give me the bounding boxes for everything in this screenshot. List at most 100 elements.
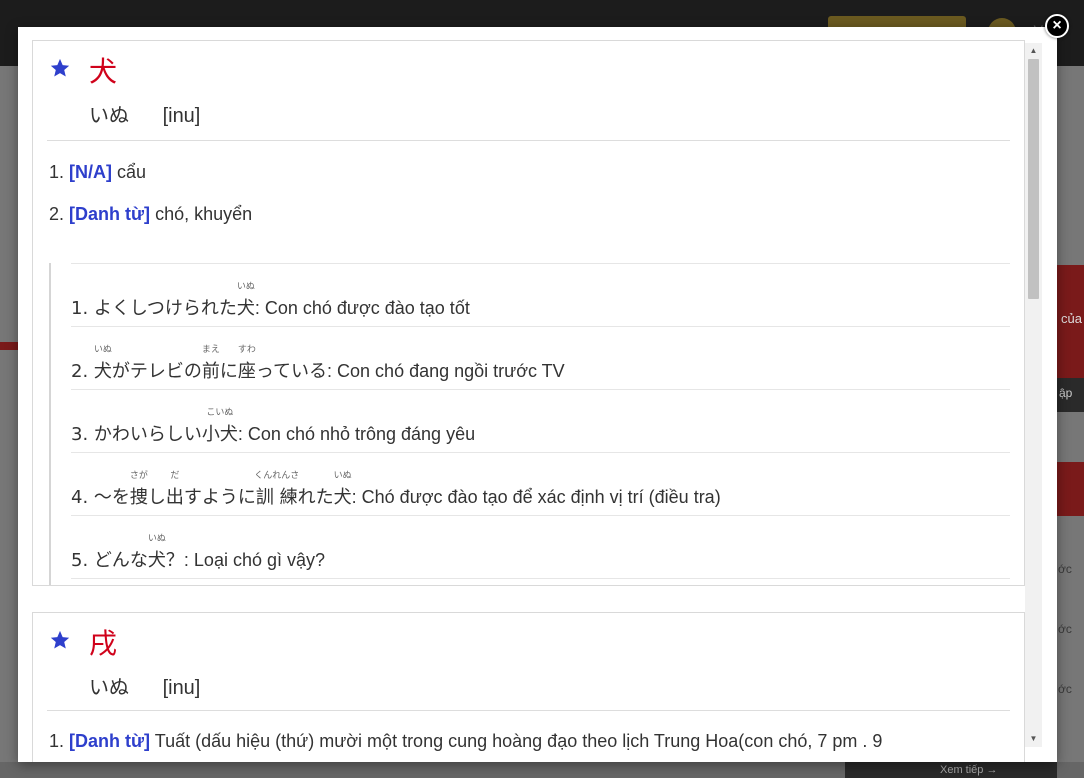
meaning-number: 1. [49,162,65,182]
furigana-base: 捜 [129,487,148,508]
background-left-accent [0,342,18,350]
example-jp: よくしつけられた [93,298,237,319]
example-jp: ？ [165,550,184,571]
meaning-text: chó, khuyển [155,204,253,224]
furigana-reading: すわ [237,345,256,355]
example-number: 5. [71,550,89,571]
example-vi: : Loại chó gì vậy? [183,550,326,570]
meaning-item: 1. [Danh từ] Tuất (dấu hiệu (thứ) mười m… [49,731,882,752]
scroll-up-icon[interactable]: ▲ [1025,43,1042,59]
dictionary-modal: 犬 いぬ [inu] 1. [N/A] cẩu 2. [Danh từ] chó… [18,27,1057,762]
word-romaji: [inu] [162,677,201,699]
divider [47,710,1010,711]
furigana-word: 犬いぬ [236,282,255,320]
example-jp: に [219,361,238,382]
word-kana: いぬ [89,677,129,699]
scroll-down-icon[interactable]: ▼ [1025,731,1042,747]
example-vi: : Chó được đào tạo để xác định vị trí (đ… [351,487,721,507]
furigana-reading: いぬ [236,282,255,292]
furigana-word: 前まえ [201,345,220,383]
furigana-reading: いぬ [333,471,352,481]
furigana-reading: くんれんさ [254,471,300,481]
furigana-word: 捜さが [129,471,148,509]
furigana-reading: いぬ [147,534,166,544]
meaning-number: 1. [49,731,65,751]
background-text: ớc [1058,682,1072,696]
meaning-item: 2. [Danh từ] chó, khuyển [49,204,252,225]
meaning-text: Tuất (dấu hiệu (thứ) mười một trong cung… [154,731,883,751]
background-dark-button: ập [1057,378,1084,412]
example-jp: がテレビの [111,361,202,382]
meaning-tag[interactable]: [Danh từ] [69,731,150,751]
scrollbar[interactable]: ▲ ▼ [1025,43,1042,747]
furigana-base: 小犬 [201,424,238,445]
furigana-base: 出 [165,487,184,508]
meaning-tag[interactable]: [N/A] [69,162,112,182]
modal-scroll-area[interactable]: 犬 いぬ [inu] 1. [N/A] cẩu 2. [Danh từ] chó… [18,27,1042,762]
furigana-word: 犬いぬ [93,345,112,383]
meaning-tag[interactable]: [Danh từ] [69,204,150,224]
furigana-word: 小犬 こいぬ [201,408,238,446]
background-text: ớc [1058,562,1072,576]
scrollbar-thumb[interactable] [1028,59,1039,299]
word-romaji: [inu] [162,105,201,127]
background-left-strip [0,66,18,778]
example-item: 5. どんな犬 いぬ ？: Loại chó gì vậy? [71,515,1010,578]
furigana-base: 犬 [147,550,166,571]
word-kana: いぬ [89,105,129,127]
example-item: 1. よくしつけられた犬 いぬ : Con chó được đào tạo tốt [71,263,1010,326]
background-text: của [1061,311,1082,326]
furigana-base: 前 [201,361,220,382]
furigana-word: 犬いぬ [147,534,166,572]
example-number: 4. [71,487,89,508]
word-card: 戌 いぬ [inu] 1. [Danh từ] Tuất (dấu hiệu (… [32,612,1025,762]
furigana-reading: いぬ [93,345,112,355]
furigana-word: 訓 練くんれんさ [254,471,299,509]
example-jp: し [147,487,166,508]
word-kanji: 犬 [89,55,118,88]
background-text: ớc [1058,622,1072,636]
example-item: 3. かわいらしい小犬 こいぬ: Con chó nhỏ trông đáng y… [71,389,1010,452]
example-jp: どんな [93,550,148,571]
example-number: 2. [71,361,89,382]
background-more-link: Xem tiếp → [845,762,1057,778]
star-icon[interactable] [49,629,71,651]
example-list: 1. よくしつけられた犬 いぬ: Con chó được đào tạo tốt… [49,263,1010,585]
divider [47,140,1010,141]
furigana-base: 犬 [333,487,352,508]
furigana-base: 座 [237,361,256,382]
furigana-reading: さが [129,471,148,481]
example-number: 1. [71,298,89,319]
background-banner-2 [1057,462,1084,516]
example-number: 3. [71,424,89,445]
example-item: 4. ～を捜 さがし出だすように訓 練 くんれんされた犬 いぬ : Chó được đ… [71,452,1010,515]
furigana-word: 座すわ [237,345,256,383]
meaning-number: 2. [49,204,65,224]
furigana-word: 出だ [165,471,184,509]
background-banner: của [1057,265,1084,395]
example-vi: : Con chó được đào tạo tốt [254,298,470,318]
example-jp: っている [255,361,328,382]
close-icon[interactable]: × [1045,14,1069,38]
furigana-base: 犬 [236,298,255,319]
example-separator [71,578,1010,585]
furigana-reading: こいぬ [206,408,234,418]
example-jp: かわいらしい [93,424,202,445]
furigana-word: 犬いぬ [333,471,352,509]
meaning-item: 1. [N/A] cẩu [49,162,146,183]
furigana-base: 訓 練 [255,487,298,508]
example-jp: ～を [93,487,130,508]
example-jp: すように [183,487,256,508]
word-reading: いぬ [inu] [89,671,200,700]
word-kanji: 戌 [89,627,118,660]
example-vi: : Con chó đang ngồi trước TV [327,361,565,381]
word-card: 犬 いぬ [inu] 1. [N/A] cẩu 2. [Danh từ] chó… [32,40,1025,586]
example-jp: れた [297,487,334,508]
example-vi: : Con chó nhỏ trông đáng yêu [237,424,476,444]
star-icon[interactable] [49,57,71,79]
furigana-base: 犬 [93,361,112,382]
furigana-reading: まえ [201,345,220,355]
meaning-text: cẩu [117,162,147,182]
furigana-reading: だ [170,471,180,481]
example-item: 2. 犬 いぬがテレビの前 まえに座 すわっている: Con chó đang ngồ… [71,326,1010,389]
